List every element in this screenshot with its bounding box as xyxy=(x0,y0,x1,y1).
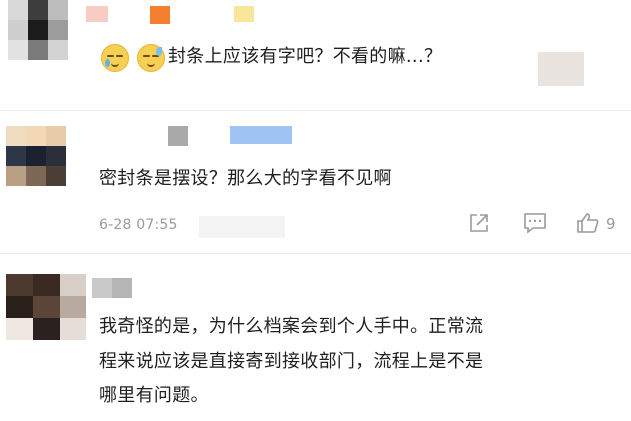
comment-text: 密封条是摆设？那么大的字看不见啊 xyxy=(99,168,392,189)
comment-line: 哪里有问题。 xyxy=(99,385,209,406)
comment-icon[interactable] xyxy=(523,212,547,234)
username[interactable] xyxy=(86,6,266,28)
timestamp: 6-28 07:55 xyxy=(99,217,178,233)
redacted-block xyxy=(199,216,285,238)
avatar[interactable] xyxy=(8,0,68,68)
thumbs-up-icon[interactable] xyxy=(576,211,600,235)
username[interactable] xyxy=(92,278,142,300)
avatar[interactable] xyxy=(6,126,66,186)
redacted-block xyxy=(538,52,584,86)
comment-line: 我奇怪的是，为什么档案会到个人手中。正常流 xyxy=(99,316,484,337)
avatar[interactable] xyxy=(6,274,86,340)
comment-text: 封条上应该有字吧？不看的嘛...？ xyxy=(168,46,443,67)
share-icon[interactable] xyxy=(468,212,490,234)
divider xyxy=(0,110,631,111)
anxious-sweat-face-icon xyxy=(137,44,165,72)
sleepy-face-icon xyxy=(101,44,129,72)
divider xyxy=(0,253,631,254)
comment-line: 程来说应该是直接寄到接收部门，流程上是不是 xyxy=(99,351,484,372)
like-count: 9 xyxy=(606,215,616,233)
username[interactable] xyxy=(168,124,308,146)
